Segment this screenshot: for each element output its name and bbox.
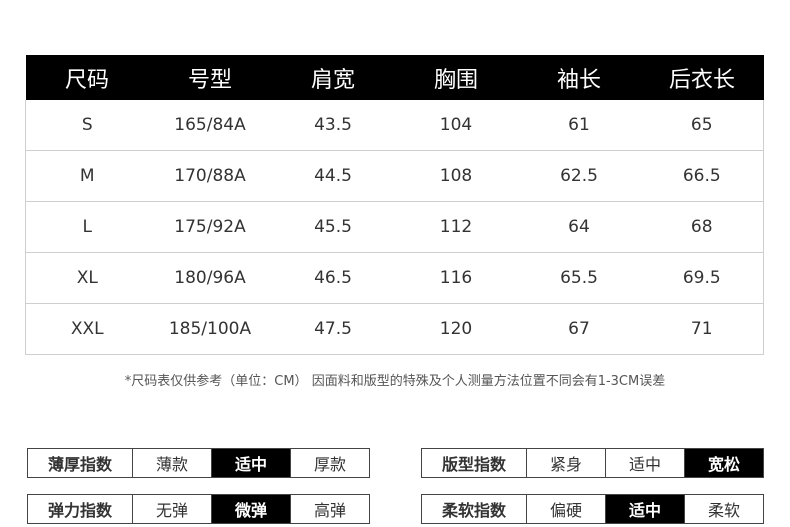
index-option: 宽松 [684, 449, 763, 477]
table-cell: 71 [640, 303, 764, 355]
table-cell: XXL [25, 303, 149, 355]
index-option: 柔软 [684, 495, 763, 523]
fit-index: 版型指数 紧身 适中 宽松 [421, 448, 764, 478]
index-option: 微弹 [211, 495, 290, 523]
table-cell: 185/100A [148, 303, 272, 355]
index-title: 弹力指数 [47, 501, 112, 520]
table-row: XL 180/96A 46.5 116 65.5 69.5 [25, 252, 764, 304]
table-cell: 180/96A [148, 252, 272, 304]
table-cell: 165/84A [148, 100, 272, 151]
table-cell: 64 [517, 201, 641, 253]
elasticity-index: 弹力指数 无弹 微弹 高弹 [27, 494, 370, 524]
index-option: 厚款 [290, 449, 369, 477]
header-length: 后衣长 [640, 55, 764, 100]
index-option: 适中 [605, 449, 684, 477]
index-title: 版型指数 [441, 455, 506, 474]
table-cell: 120 [394, 303, 518, 355]
index-option: 适中 [211, 449, 290, 477]
table-cell: S [25, 100, 149, 151]
table-cell: 47.5 [271, 303, 395, 355]
table-cell: L [25, 201, 149, 253]
header-chest: 胸围 [394, 55, 518, 100]
index-option: 适中 [605, 495, 684, 523]
table-cell: 104 [394, 100, 518, 151]
table-header-row: 尺码 号型 肩宽 胸围 袖长 后衣长 [25, 55, 764, 100]
table-row: M 170/88A 44.5 108 62.5 66.5 [25, 150, 764, 202]
table-cell: 65 [640, 100, 764, 151]
table-cell: 45.5 [271, 201, 395, 253]
table-cell: 44.5 [271, 150, 395, 202]
index-title: 柔软指数 [441, 501, 506, 520]
index-option: 薄款 [132, 449, 211, 477]
table-cell: 116 [394, 252, 518, 304]
softness-index: 柔软指数 偏硬 适中 柔软 [421, 494, 764, 524]
size-note: *尺码表仅供参考（单位：CM） 因面料和版型的特殊及个人测量方法位置不同会有1-… [124, 374, 666, 389]
header-sleeve: 袖长 [517, 55, 641, 100]
index-option: 紧身 [526, 449, 605, 477]
table-cell: 69.5 [640, 252, 764, 304]
table-row: S 165/84A 43.5 104 61 65 [25, 100, 764, 151]
table-cell: 61 [517, 100, 641, 151]
table-cell: 175/92A [148, 201, 272, 253]
table-cell: 46.5 [271, 252, 395, 304]
table-cell: 112 [394, 201, 518, 253]
table-row: XXL 185/100A 47.5 120 67 71 [25, 303, 764, 355]
index-option: 偏硬 [526, 495, 605, 523]
table-cell: 170/88A [148, 150, 272, 202]
index-option: 高弹 [290, 495, 369, 523]
thickness-index: 薄厚指数 薄款 适中 厚款 [27, 448, 370, 478]
header-shoulder: 肩宽 [271, 55, 395, 100]
table-cell: 66.5 [640, 150, 764, 202]
table-cell: 62.5 [517, 150, 641, 202]
table-cell: 65.5 [517, 252, 641, 304]
table-cell: 108 [394, 150, 518, 202]
table-cell: XL [25, 252, 149, 304]
size-table: 尺码 号型 肩宽 胸围 袖长 后衣长 S 165/84A 43.5 104 61… [25, 55, 764, 355]
table-cell: 43.5 [271, 100, 395, 151]
header-model: 号型 [148, 55, 272, 100]
index-option: 无弹 [132, 495, 211, 523]
table-cell: M [25, 150, 149, 202]
table-cell: 67 [517, 303, 641, 355]
header-size: 尺码 [25, 55, 149, 100]
index-title: 薄厚指数 [47, 455, 112, 474]
table-row: L 175/92A 45.5 112 64 68 [25, 201, 764, 253]
table-cell: 68 [640, 201, 764, 253]
